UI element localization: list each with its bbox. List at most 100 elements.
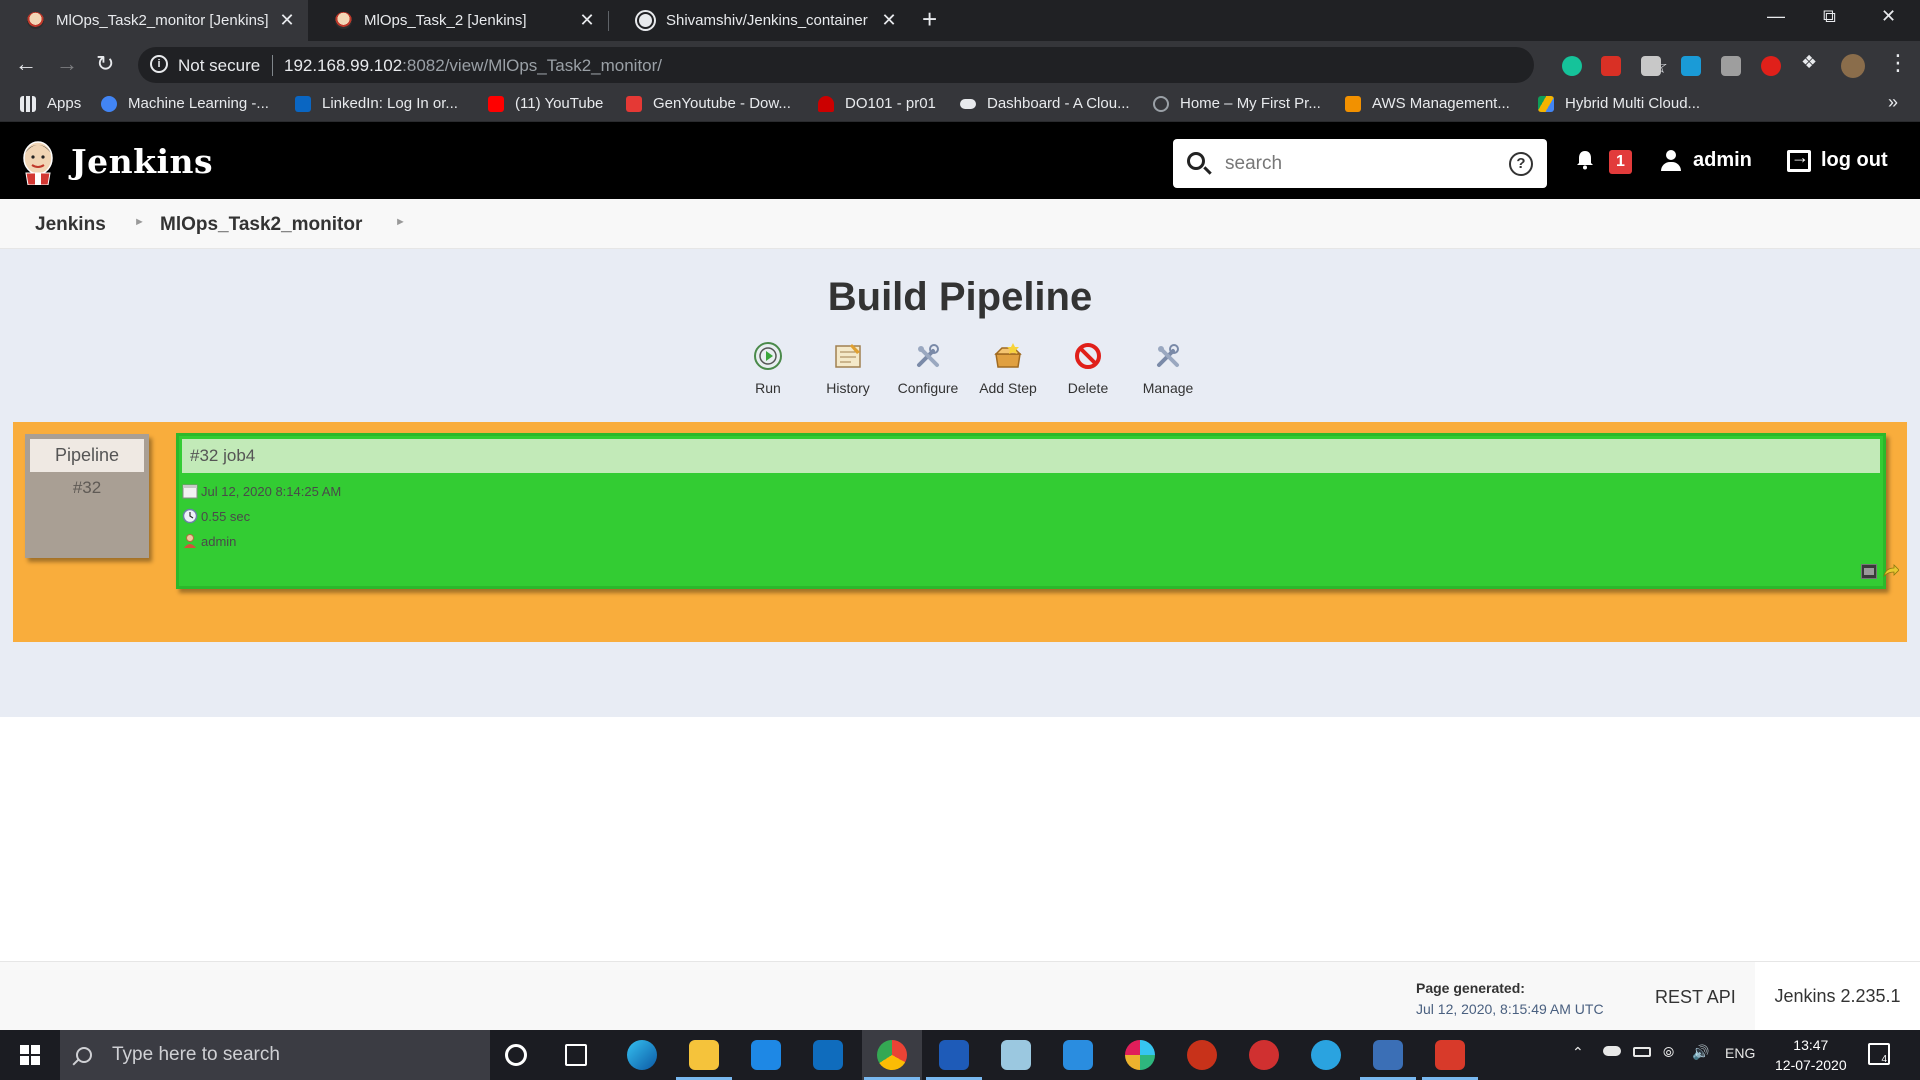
new-tab-button[interactable]: + bbox=[922, 4, 937, 35]
rebuild-arrow-icon[interactable] bbox=[1883, 564, 1899, 579]
extensions-puzzle-icon[interactable]: ❖ bbox=[1801, 52, 1821, 72]
bookmark-label: DO101 - pr01 bbox=[845, 95, 936, 112]
pipeline-toolbar: Run History Configure Add Step Delete Ma… bbox=[728, 341, 1208, 396]
tab-title: MlOps_Task_2 [Jenkins] bbox=[364, 12, 527, 29]
bookmark-machine-learning[interactable]: Machine Learning -... bbox=[101, 95, 269, 112]
r-extension-icon[interactable] bbox=[1721, 56, 1741, 76]
delete-icon bbox=[1075, 343, 1101, 369]
jenkins-brand[interactable]: Jenkins bbox=[71, 142, 213, 181]
taskbar-search[interactable]: Type here to search bbox=[60, 1030, 490, 1080]
add-step-button[interactable]: Add Step bbox=[968, 341, 1048, 396]
jenkins-logo-icon[interactable] bbox=[20, 139, 56, 185]
p-app-icon[interactable] bbox=[1187, 1040, 1217, 1070]
url-text[interactable]: 192.168.99.102:8082/view/MlOps_Task2_mon… bbox=[284, 56, 662, 76]
file-explorer-icon[interactable] bbox=[689, 1040, 719, 1070]
tab-close-icon[interactable]: ✕ bbox=[578, 10, 596, 31]
onedrive-icon[interactable] bbox=[1603, 1046, 1621, 1056]
cube-extension-icon[interactable] bbox=[1641, 56, 1661, 76]
browser-menu-icon[interactable]: ⋮ bbox=[1887, 50, 1909, 76]
browser-tab[interactable]: MlOps_Task_2 [Jenkins] ✕ bbox=[308, 0, 608, 41]
bookmarks-overflow-icon[interactable]: » bbox=[1888, 92, 1898, 113]
network-app-icon[interactable] bbox=[939, 1040, 969, 1070]
cortana-icon[interactable] bbox=[505, 1044, 527, 1066]
search-input[interactable] bbox=[1225, 151, 1485, 177]
notepad-icon[interactable] bbox=[1001, 1040, 1031, 1070]
search-box[interactable]: ? bbox=[1173, 139, 1547, 188]
manage-button[interactable]: Manage bbox=[1128, 341, 1208, 396]
user-menu[interactable]: admin bbox=[1660, 149, 1752, 172]
telegram-icon[interactable] bbox=[1311, 1040, 1341, 1070]
pipeline-revision-box[interactable]: Pipeline #32 bbox=[25, 434, 149, 558]
bookmark-label: Home – My First Pr... bbox=[1180, 95, 1321, 112]
translate-extension-icon[interactable] bbox=[1681, 56, 1701, 76]
back-arrow-icon[interactable]: ← bbox=[15, 51, 37, 77]
breadcrumb-chevron-icon[interactable]: ► bbox=[134, 216, 145, 228]
slack-icon[interactable] bbox=[1125, 1040, 1155, 1070]
breadcrumb-view[interactable]: MlOps_Task2_monitor bbox=[160, 214, 362, 236]
taskbar-clock[interactable]: 13:47 12-07-2020 bbox=[1775, 1035, 1847, 1075]
bookmarks-bar: Apps Machine Learning -... LinkedIn: Log… bbox=[0, 88, 1920, 122]
breadcrumb-jenkins[interactable]: Jenkins bbox=[35, 214, 106, 236]
mail-icon[interactable] bbox=[813, 1040, 843, 1070]
pipeline-number[interactable]: #32 bbox=[25, 478, 149, 498]
battery-icon[interactable] bbox=[1633, 1047, 1651, 1057]
logout-link[interactable]: log out bbox=[1787, 147, 1888, 172]
notification-badge[interactable]: 1 bbox=[1609, 150, 1632, 174]
browser-tab[interactable]: Shivamshiv/Jenkins_container ✕ bbox=[610, 0, 910, 41]
reload-icon[interactable]: ↻ bbox=[96, 51, 114, 77]
windows-start-icon[interactable] bbox=[20, 1045, 40, 1065]
clock-time: 13:47 bbox=[1793, 1037, 1829, 1053]
bookmark-apps[interactable]: Apps bbox=[20, 95, 81, 112]
edge-icon[interactable] bbox=[627, 1040, 657, 1070]
bookmark-youtube[interactable]: (11) YouTube bbox=[488, 95, 603, 112]
restore-window-icon[interactable]: ⧉ bbox=[1823, 6, 1836, 27]
bookmark-do101[interactable]: DO101 - pr01 bbox=[818, 95, 936, 112]
browser-tab-active[interactable]: MlOps_Task2_monitor [Jenkins] ✕ bbox=[0, 0, 308, 41]
bookmark-hybrid-multi-cloud[interactable]: Hybrid Multi Cloud... bbox=[1538, 95, 1700, 112]
bookmark-label: (11) YouTube bbox=[515, 95, 604, 112]
notification-bell-icon[interactable] bbox=[1575, 150, 1595, 170]
close-window-icon[interactable]: ✕ bbox=[1881, 6, 1896, 27]
wifi-icon[interactable]: ⦾ bbox=[1663, 1044, 1674, 1061]
grammarly-extension-icon[interactable] bbox=[1562, 56, 1582, 76]
console-icon[interactable] bbox=[1861, 564, 1877, 579]
store-icon[interactable] bbox=[751, 1040, 781, 1070]
pdf-extension-icon[interactable] bbox=[1601, 56, 1621, 76]
run-button[interactable]: Run bbox=[728, 341, 808, 396]
volume-icon[interactable]: 🔊 bbox=[1692, 1044, 1709, 1061]
site-info-icon[interactable]: i bbox=[150, 55, 168, 73]
history-button[interactable]: History bbox=[808, 341, 888, 396]
tab-close-icon[interactable]: ✕ bbox=[278, 10, 296, 31]
delete-button[interactable]: Delete bbox=[1048, 341, 1128, 396]
bookmark-genyoutube[interactable]: GenYoutube - Dow... bbox=[626, 95, 791, 112]
vscode-icon[interactable] bbox=[1063, 1040, 1093, 1070]
red-extension-icon[interactable] bbox=[1761, 56, 1781, 76]
logout-icon bbox=[1787, 147, 1811, 172]
security-status[interactable]: Not secure bbox=[178, 56, 260, 76]
rest-api-link[interactable]: REST API bbox=[1655, 987, 1736, 1008]
action-center-icon[interactable]: 4 bbox=[1868, 1043, 1890, 1065]
address-bar[interactable]: i Not secure 192.168.99.102:8082/view/Ml… bbox=[138, 47, 1668, 83]
configure-button[interactable]: Configure bbox=[888, 341, 968, 396]
bookmark-aws[interactable]: AWS Management... bbox=[1345, 95, 1510, 112]
virtualbox-icon[interactable] bbox=[1373, 1040, 1403, 1070]
tab-close-icon[interactable]: ✕ bbox=[880, 10, 898, 31]
minimize-window-icon[interactable]: — bbox=[1767, 6, 1785, 27]
help-icon[interactable]: ? bbox=[1509, 152, 1533, 176]
add-step-label: Add Step bbox=[979, 380, 1037, 396]
bookmark-home[interactable]: Home – My First Pr... bbox=[1153, 95, 1321, 112]
chrome-icon[interactable] bbox=[877, 1040, 907, 1070]
google-drive-icon bbox=[1538, 95, 1554, 112]
bookmark-linkedin[interactable]: LinkedIn: Log In or... bbox=[295, 95, 458, 112]
tray-overflow-icon[interactable]: ⌃ bbox=[1572, 1044, 1584, 1061]
bookmark-dashboard[interactable]: Dashboard - A Clou... bbox=[960, 95, 1130, 112]
build-title[interactable]: #32 job4 bbox=[182, 439, 1880, 473]
profile-avatar[interactable] bbox=[1841, 54, 1865, 78]
redhat-app-icon[interactable] bbox=[1435, 1040, 1465, 1070]
jenkins-version-link[interactable]: Jenkins 2.235.1 bbox=[1755, 962, 1920, 1031]
gear-app-icon[interactable] bbox=[1249, 1040, 1279, 1070]
language-indicator[interactable]: ENG bbox=[1725, 1045, 1755, 1061]
breadcrumb-chevron-icon[interactable]: ► bbox=[395, 216, 406, 228]
forward-arrow-icon[interactable]: → bbox=[56, 51, 78, 77]
task-view-icon[interactable] bbox=[565, 1044, 587, 1066]
